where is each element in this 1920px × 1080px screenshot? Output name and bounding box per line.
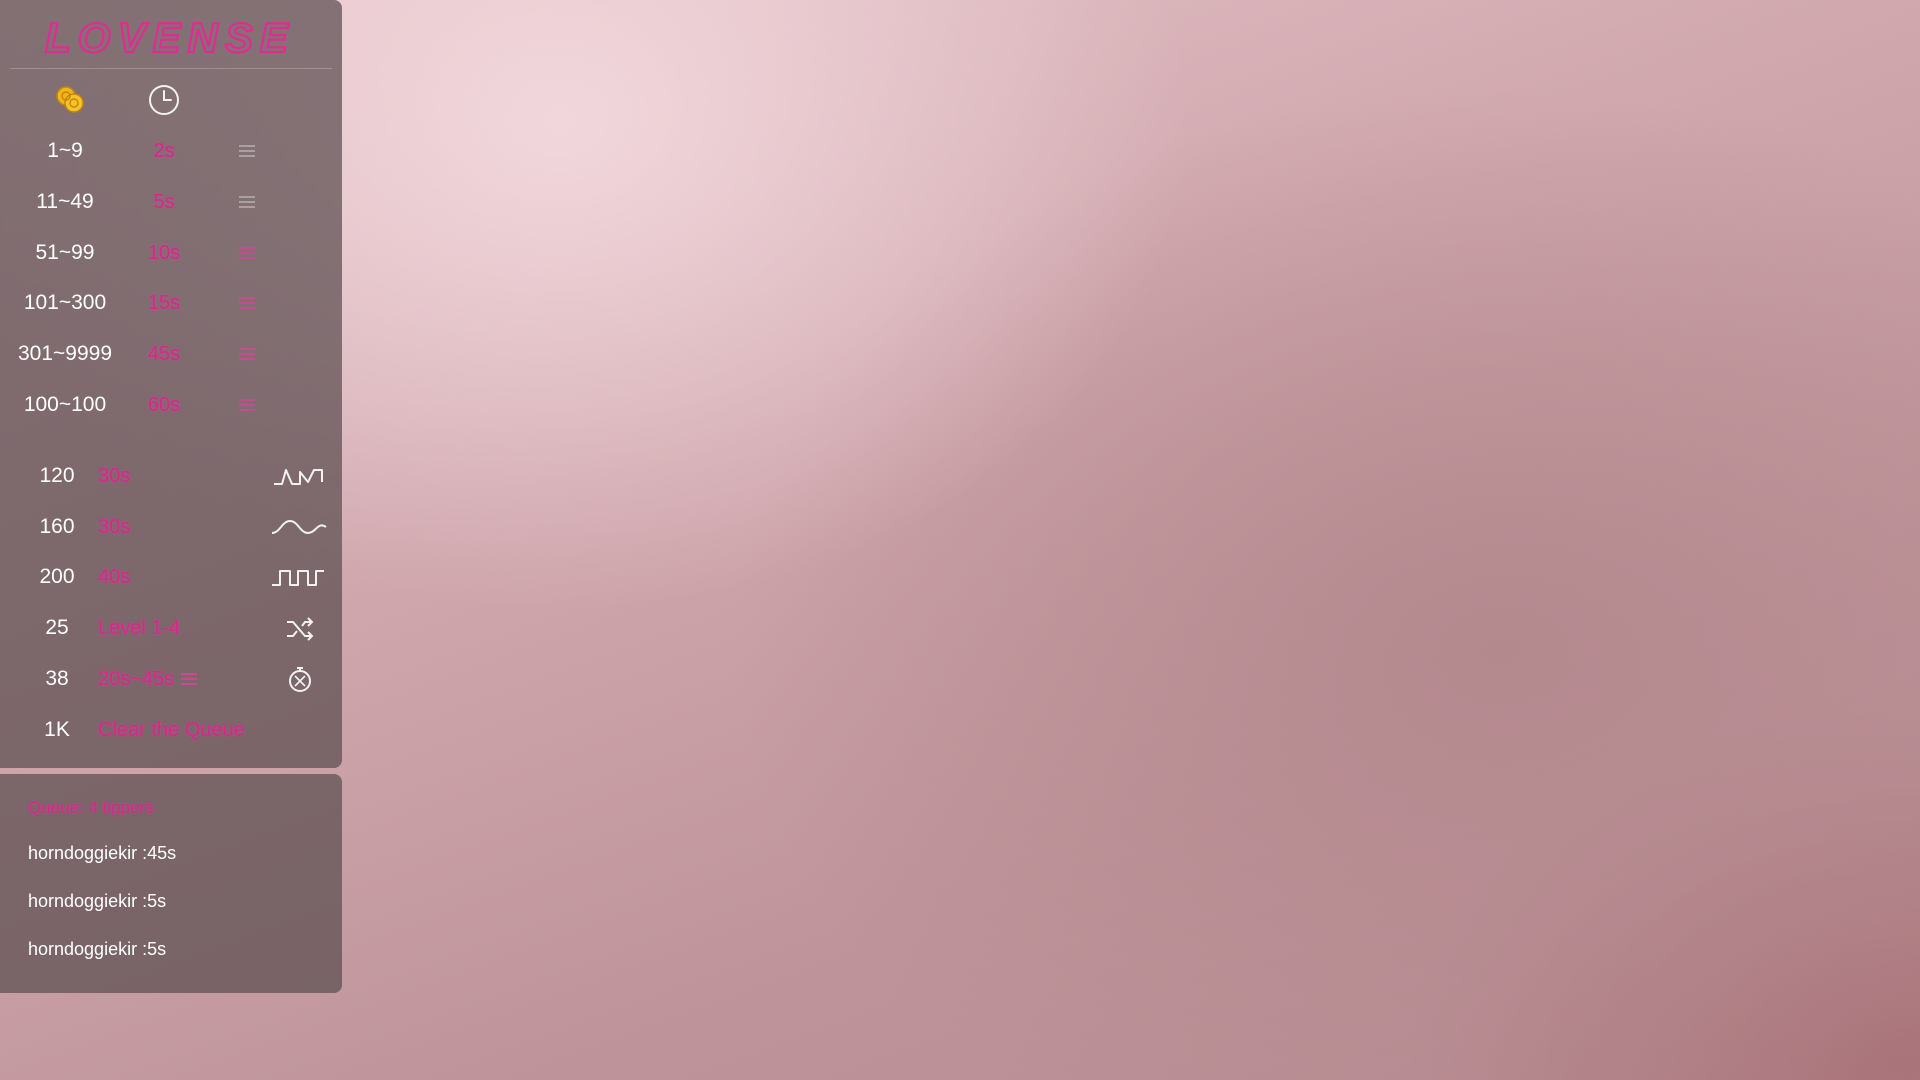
level-bar <box>239 358 255 360</box>
level-bar <box>239 206 255 208</box>
tip-level-row: 11~49 5s <box>0 182 342 222</box>
tip-duration: 30s <box>98 516 131 538</box>
level-bars-icon <box>239 145 255 157</box>
tip-duration: 45s <box>147 343 181 365</box>
queue-title: Queue: 4 tippers <box>28 798 154 817</box>
tip-duration: 20s~45s <box>98 668 175 690</box>
level-bar <box>239 404 255 406</box>
tip-amount: 301~9999 <box>17 342 113 365</box>
tip-amount: 120 <box>39 464 75 487</box>
level-bar <box>239 302 255 304</box>
tip-level-row: 101~300 15s <box>0 283 342 323</box>
random-shuffle-icon <box>287 617 314 641</box>
queue-item: horndoggiekir :45s <box>28 843 177 863</box>
tip-duration: 10s <box>147 242 181 264</box>
level-bar <box>239 399 255 401</box>
tip-duration: 60s <box>147 394 181 416</box>
queue-item: horndoggiekir :5s <box>28 939 167 959</box>
tip-duration: 2s <box>153 140 175 162</box>
special-command-row: 160 30s <box>0 507 342 547</box>
tip-amount: 100~100 <box>23 393 107 416</box>
level-bar <box>239 201 255 203</box>
level-bar <box>239 348 255 350</box>
level-bar <box>239 353 255 355</box>
special-command-row: 120 30s <box>0 456 342 496</box>
special-command-row: 200 40s <box>0 557 342 597</box>
menu-lines-icon <box>181 673 197 685</box>
level-bar <box>239 409 255 411</box>
special-command-row: 25 Level 1-4 <box>0 608 342 648</box>
level-bars-icon <box>239 196 255 208</box>
fireworks-pattern-icon <box>272 570 324 586</box>
level-bar <box>239 297 255 299</box>
special-command-row: 38 20s~45s <box>0 659 342 699</box>
tip-level-row: 100~100 60s <box>0 385 342 425</box>
timer-icon <box>289 667 311 692</box>
tip-duration: 15s <box>147 292 181 314</box>
tip-level-row: 51~99 10s <box>0 233 342 273</box>
tip-level-row: 1~9 2s <box>0 131 342 171</box>
wave-pattern-icon <box>271 519 327 535</box>
level-bar <box>239 257 255 259</box>
tip-amount: 160 <box>39 515 75 538</box>
level-bars-icon <box>239 247 255 259</box>
level-bar <box>239 196 255 198</box>
level-bar <box>239 150 255 152</box>
level-bars-icon <box>239 348 255 360</box>
level-bar <box>239 252 255 254</box>
tip-level-row: 301~9999 45s <box>0 334 342 374</box>
tip-duration: 30s <box>98 465 131 487</box>
special-command-row: 1K Clear the Queue <box>0 710 342 750</box>
level-bar <box>239 307 255 309</box>
queue-item: horndoggiekir :5s <box>28 891 167 911</box>
level-bars-icon <box>239 399 255 411</box>
lovense-logo: LOVENSE <box>44 13 295 62</box>
header-divider <box>10 68 332 69</box>
tip-amount: 1K <box>44 718 70 741</box>
level-bar <box>239 145 255 147</box>
svg-text:LOVENSE: LOVENSE <box>45 14 295 61</box>
tip-amount: 1~9 <box>47 139 83 162</box>
tip-amount: 11~49 <box>36 190 94 213</box>
tip-amount: 101~300 <box>23 291 107 314</box>
tip-menu-panel: LOVENSE 1~9 2s 11~49 5s 51~99 10s 101~30… <box>0 0 342 768</box>
tip-amount: 25 <box>45 616 69 639</box>
tip-duration: 40s <box>98 566 131 588</box>
tip-duration: Clear the Queue <box>98 719 245 741</box>
level-bars-icon <box>239 297 255 309</box>
tip-amount: 200 <box>39 565 75 588</box>
level-bar <box>239 247 255 249</box>
tip-amount: 51~99 <box>35 241 95 264</box>
pulse-pattern-icon <box>274 469 323 485</box>
tip-duration: 5s <box>153 191 175 213</box>
clock-icon <box>149 85 179 115</box>
tip-duration: Level 1-4 <box>98 617 181 639</box>
tip-amount: 38 <box>45 667 69 690</box>
level-bar <box>239 155 255 157</box>
coins-icon <box>56 86 84 113</box>
